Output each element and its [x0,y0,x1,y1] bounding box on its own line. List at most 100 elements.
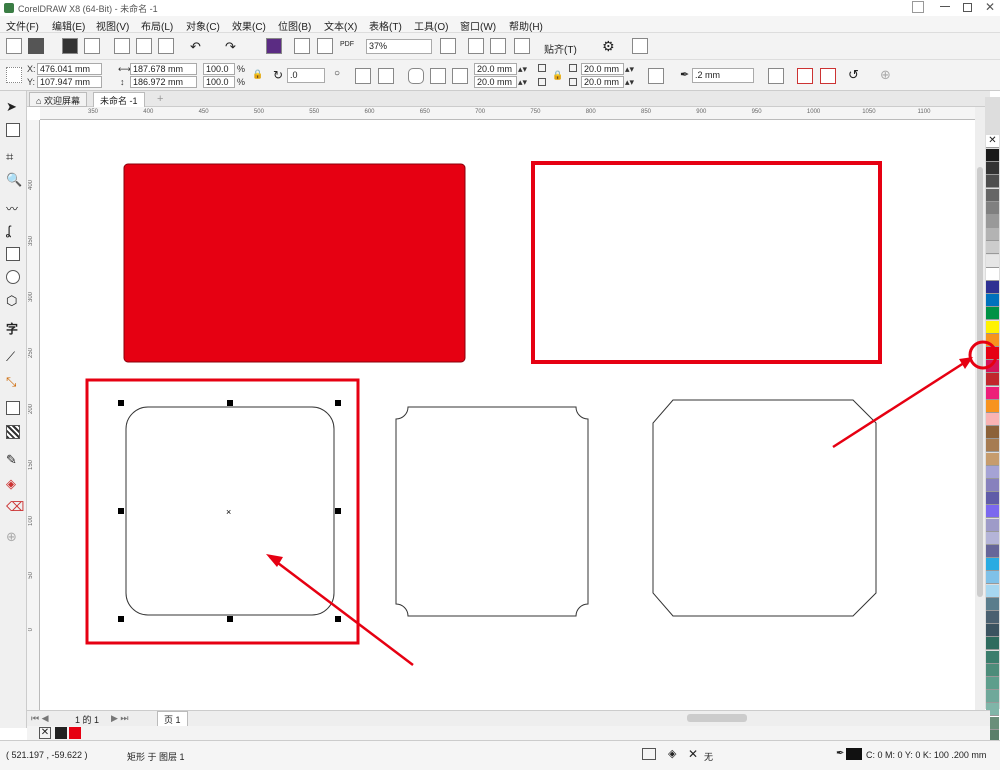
copy-icon[interactable] [136,38,152,54]
customize-toolbox-icon[interactable]: ⊕ [6,529,20,544]
to-back-icon[interactable] [820,68,836,84]
palette-swatch[interactable] [986,320,999,334]
relative-scale-icon[interactable] [648,68,664,84]
snap-to-dropdown[interactable]: 贴齐(T) [544,41,577,56]
palette-swatch[interactable] [986,373,999,387]
open-icon[interactable] [28,38,44,54]
palette-swatch[interactable] [986,663,999,677]
palette-swatch[interactable] [986,307,999,321]
palette-swatch[interactable] [986,149,999,162]
menu-edit[interactable]: 编辑(E) [52,18,85,33]
lock-corners-icon[interactable]: 🔒 [552,70,563,81]
page-last-icon[interactable]: ▶ ⏭ [111,713,129,724]
menu-bitmap[interactable]: 位图(B) [278,18,311,33]
print-icon[interactable] [84,38,100,54]
palette-swatch[interactable] [986,597,999,611]
mirror-horizontal-icon[interactable] [355,68,371,84]
palette-swatch[interactable] [986,162,999,176]
scallop-corner-icon[interactable] [430,68,446,84]
palette-swatch[interactable] [986,175,999,189]
lock-ratio-icon[interactable]: 🔒 [252,69,263,80]
page-tab[interactable]: 页 1 [157,711,188,726]
menu-table[interactable]: 表格(T) [369,18,402,33]
add-tab-icon[interactable]: + [157,93,163,105]
palette-swatch[interactable] [986,571,999,585]
add-icon[interactable]: ⊕ [880,67,891,83]
palette-swatch[interactable] [986,452,999,466]
menu-text[interactable]: 文本(X) [324,18,357,33]
save-icon[interactable] [62,38,78,54]
ellipse-tool-icon[interactable] [6,270,20,284]
palette-swatch[interactable] [986,228,999,242]
scale-x-field[interactable]: 100.0 [203,63,235,75]
smart-fill-icon[interactable]: ⌫ [6,499,24,514]
palette-swatch[interactable] [986,188,999,202]
paste-icon[interactable] [158,38,174,54]
palette-swatch[interactable] [986,558,999,572]
mirror-vertical-icon[interactable] [378,68,394,84]
vertical-scrollbar[interactable] [975,107,985,710]
import-icon[interactable] [294,38,310,54]
scroll-thumb[interactable] [977,167,983,597]
palette-swatch[interactable] [986,201,999,215]
rotation-angle-field[interactable]: .0 [287,68,325,83]
palette-swatch[interactable] [986,505,999,519]
chamfer-corner-icon[interactable] [452,68,468,84]
palette-swatch[interactable] [986,439,999,453]
outline-width-dropdown[interactable]: .2 mm [692,68,754,83]
shape-tool-icon[interactable] [6,123,20,137]
menu-tools[interactable]: 工具(O) [414,18,448,33]
palette-swatch[interactable] [986,254,999,268]
horizontal-scroll-thumb[interactable] [687,714,747,722]
menu-object[interactable]: 对象(C) [186,18,220,33]
menu-window[interactable]: 窗口(W) [460,18,496,33]
width-field[interactable]: 187.678 mm [130,63,197,75]
y-position-field[interactable]: 107.947 mm [37,76,102,88]
color-proof-icon[interactable] [642,748,656,760]
palette-swatch[interactable] [986,650,999,664]
page-first-icon[interactable]: ⏮ ◀ [31,713,49,724]
drawing-canvas[interactable]: × [40,120,975,710]
corner-radius-top-left[interactable]: 20.0 mm [474,63,517,75]
transparency-tool-icon[interactable] [6,425,20,439]
parallel-dimension-icon[interactable]: ⟋ [6,349,20,364]
palette-swatch[interactable] [986,267,999,281]
text-tool-icon[interactable]: 字 [6,320,20,336]
crop-tool-icon[interactable]: ⌗ [6,149,20,164]
text-wrap-icon[interactable] [768,68,784,84]
palette-swatch[interactable] [986,386,999,400]
palette-swatch[interactable] [986,624,999,638]
tab-welcome[interactable]: ⌂ 欢迎屏幕 [29,92,87,107]
guidelines-icon[interactable] [514,38,530,54]
eyedropper-icon[interactable]: ✎ [6,452,20,467]
palette-swatch[interactable] [986,413,999,426]
new-icon[interactable] [6,38,22,54]
document-palette-swatch[interactable] [55,727,67,739]
tab-document[interactable]: 未命名 -1 [93,92,145,107]
drop-shadow-icon[interactable] [6,401,20,415]
palette-swatch[interactable] [986,584,999,598]
rectangle-tool-icon[interactable] [6,247,20,261]
palette-swatch[interactable] [986,492,999,506]
connector-tool-icon[interactable]: ⤡ [6,374,20,389]
maximize-button[interactable] [963,3,972,12]
scale-y-field[interactable]: 100.0 [203,76,235,88]
palette-swatch[interactable] [986,281,999,294]
height-field[interactable]: 186.972 mm [130,76,197,88]
menu-file[interactable]: 文件(F) [6,18,39,33]
account-icon[interactable] [912,1,924,13]
polygon-tool-icon[interactable]: ⬡ [6,293,20,308]
palette-swatch[interactable] [986,479,999,492]
palette-no-color[interactable]: ✕ [986,135,999,148]
red-filled-rectangle[interactable] [123,163,466,363]
round-corner-icon[interactable] [408,68,424,84]
scallop-corner-rectangle[interactable] [395,406,589,617]
palette-swatch[interactable] [986,611,999,624]
object-origin-icon[interactable] [6,67,22,83]
zoom-level-dropdown[interactable]: 37% [366,39,432,54]
palette-swatch[interactable] [986,399,999,413]
palette-swatch[interactable] [986,241,999,255]
corner-radius-top-right[interactable]: 20.0 mm [581,63,624,75]
to-front-icon[interactable] [797,68,813,84]
palette-swatch[interactable] [986,545,999,558]
